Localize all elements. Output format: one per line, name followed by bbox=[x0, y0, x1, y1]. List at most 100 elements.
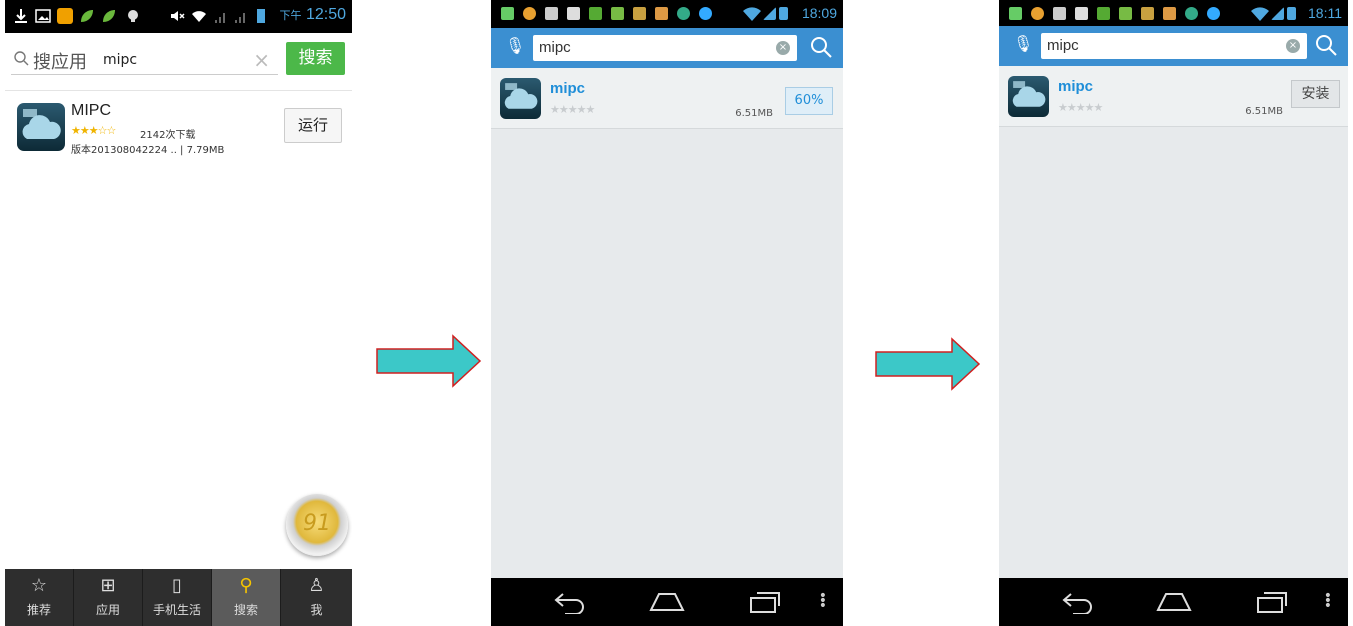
recent-apps-icon[interactable] bbox=[749, 590, 783, 614]
app-icon bbox=[1008, 76, 1049, 117]
run-button[interactable]: 运行 bbox=[284, 108, 342, 143]
navigation-bar: • • • bbox=[999, 578, 1348, 626]
screen-3-download-complete: 18:11 🎙 mipc × mipc ★★★★★ 6.51MB 安装 • • • bbox=[999, 0, 1348, 626]
divider bbox=[5, 90, 352, 91]
search-bar: 🎙 mipc × bbox=[999, 26, 1348, 66]
version-info: 版本201308042224 .. | 7.79MB bbox=[71, 145, 225, 156]
notification-icon bbox=[523, 7, 536, 20]
status-bar: 18:11 bbox=[999, 0, 1348, 28]
search-input[interactable]: mipc × bbox=[1041, 33, 1307, 59]
wifi-icon bbox=[1251, 7, 1269, 21]
grid-icon: ⊞ bbox=[100, 575, 116, 596]
user-icon: ♙ bbox=[308, 575, 325, 596]
app-name: mipc bbox=[1058, 78, 1094, 95]
search-query[interactable]: mipc bbox=[103, 52, 137, 68]
search-input[interactable]: mipc × bbox=[533, 35, 797, 61]
download-icon bbox=[15, 9, 27, 23]
floating-assistant-button[interactable]: 91 bbox=[286, 494, 348, 556]
search-query[interactable]: mipc bbox=[1047, 37, 1079, 54]
bulb-icon bbox=[128, 10, 138, 22]
battery-icon bbox=[257, 9, 265, 23]
signal-icon bbox=[235, 13, 245, 23]
screen-2-downloading: 18:09 🎙 mipc × mipc ★★★★★ 6.51MB 60% • • • bbox=[491, 0, 843, 626]
home-icon[interactable] bbox=[1156, 590, 1192, 614]
leaf-icon bbox=[81, 10, 93, 22]
search-bar: 🎙 mipc × bbox=[491, 28, 843, 68]
cloud-icon bbox=[504, 83, 538, 109]
back-icon[interactable] bbox=[1061, 590, 1095, 614]
battery-icon bbox=[779, 7, 788, 20]
rating-stars: ★★★★★ bbox=[550, 103, 595, 116]
app-name[interactable]: MIPC bbox=[71, 102, 111, 120]
search-icon: ⚲ bbox=[239, 575, 253, 596]
clear-icon[interactable]: × bbox=[1286, 39, 1300, 53]
notification-icon bbox=[677, 7, 690, 20]
tab-me[interactable]: ♙ 我 bbox=[281, 569, 352, 626]
notification-icon bbox=[633, 7, 646, 20]
install-button[interactable]: 安装 bbox=[1291, 80, 1340, 108]
notification-icon bbox=[1119, 7, 1132, 20]
notification-icon bbox=[699, 7, 712, 20]
status-time: 下午 12:50 bbox=[279, 6, 347, 23]
status-bar: 下午 12:50 bbox=[5, 0, 352, 33]
app-icon bbox=[500, 78, 541, 119]
notification-icon bbox=[1141, 7, 1154, 20]
leaf-icon bbox=[103, 10, 115, 22]
search-category[interactable]: 搜应用 bbox=[33, 48, 87, 74]
signal-icon bbox=[1271, 7, 1284, 20]
phone-icon: ▯ bbox=[172, 575, 182, 596]
home-icon[interactable] bbox=[649, 590, 685, 614]
download-count: 2142次下载 bbox=[140, 130, 196, 141]
status-time: 18:11 bbox=[1308, 5, 1342, 21]
menu-icon[interactable]: • • • bbox=[1324, 589, 1332, 613]
image-icon bbox=[35, 9, 51, 23]
menu-icon[interactable]: • • • bbox=[819, 589, 827, 613]
microphone-icon[interactable]: 🎙 bbox=[505, 36, 525, 55]
notification-icon bbox=[1031, 7, 1044, 20]
list-item[interactable]: mipc ★★★★★ 6.51MB 60% bbox=[491, 68, 843, 129]
signal-icon bbox=[763, 7, 776, 20]
microphone-icon[interactable]: 🎙 bbox=[1013, 34, 1033, 53]
cloud-icon bbox=[1012, 81, 1046, 107]
tab-search[interactable]: ⚲ 搜索 bbox=[212, 569, 281, 626]
navigation-bar: • • • bbox=[491, 578, 843, 626]
list-item[interactable]: mipc ★★★★★ 6.51MB 安装 bbox=[999, 66, 1348, 127]
app-name: mipc bbox=[550, 80, 586, 97]
signal-icon bbox=[215, 13, 225, 23]
mute-icon bbox=[171, 11, 185, 21]
app-size: 6.51MB bbox=[1245, 106, 1283, 117]
floating-badge-label: 91 bbox=[303, 511, 331, 536]
notification-icon bbox=[501, 7, 514, 20]
wifi-icon bbox=[743, 7, 761, 21]
star-icon: ☆ bbox=[30, 575, 48, 596]
notification-icon bbox=[1097, 7, 1110, 20]
notification-icon bbox=[611, 7, 624, 20]
notification-icon bbox=[1207, 7, 1220, 20]
bottom-nav: ☆ 推荐 ⊞ 应用 ▯ 手机生活 ⚲ 搜索 ♙ 我 bbox=[5, 569, 352, 626]
tab-recommend[interactable]: ☆ 推荐 bbox=[5, 569, 74, 626]
notification-icon bbox=[589, 7, 602, 20]
search-icon[interactable] bbox=[1314, 33, 1338, 57]
rating-stars: ★★★★★ bbox=[1058, 101, 1103, 114]
search-icon[interactable] bbox=[809, 35, 833, 59]
search-input[interactable]: 搜应用 mipc × bbox=[11, 46, 278, 75]
clear-icon[interactable]: × bbox=[776, 41, 790, 55]
search-query[interactable]: mipc bbox=[539, 39, 571, 56]
back-icon[interactable] bbox=[553, 590, 587, 614]
battery-icon bbox=[1287, 7, 1296, 20]
download-progress-button[interactable]: 60% bbox=[785, 87, 833, 115]
screen-1-market-search: 下午 12:50 搜应用 mipc × 搜索 MIPC ★★★☆☆ 2142次下… bbox=[5, 0, 352, 626]
clear-icon[interactable]: × bbox=[253, 48, 270, 72]
recent-apps-icon[interactable] bbox=[1256, 590, 1290, 614]
checkbox-icon bbox=[1053, 7, 1066, 20]
notification-icon bbox=[1185, 7, 1198, 20]
image-icon bbox=[1075, 7, 1088, 20]
download-icon bbox=[545, 7, 558, 20]
image-icon bbox=[567, 7, 580, 20]
tab-apps[interactable]: ⊞ 应用 bbox=[74, 569, 143, 626]
cloud-icon bbox=[22, 109, 61, 139]
tab-mobile-life[interactable]: ▯ 手机生活 bbox=[143, 569, 212, 626]
app-icon[interactable] bbox=[17, 103, 65, 151]
rating-stars: ★★★☆☆ bbox=[71, 124, 116, 137]
search-button[interactable]: 搜索 bbox=[286, 42, 345, 75]
